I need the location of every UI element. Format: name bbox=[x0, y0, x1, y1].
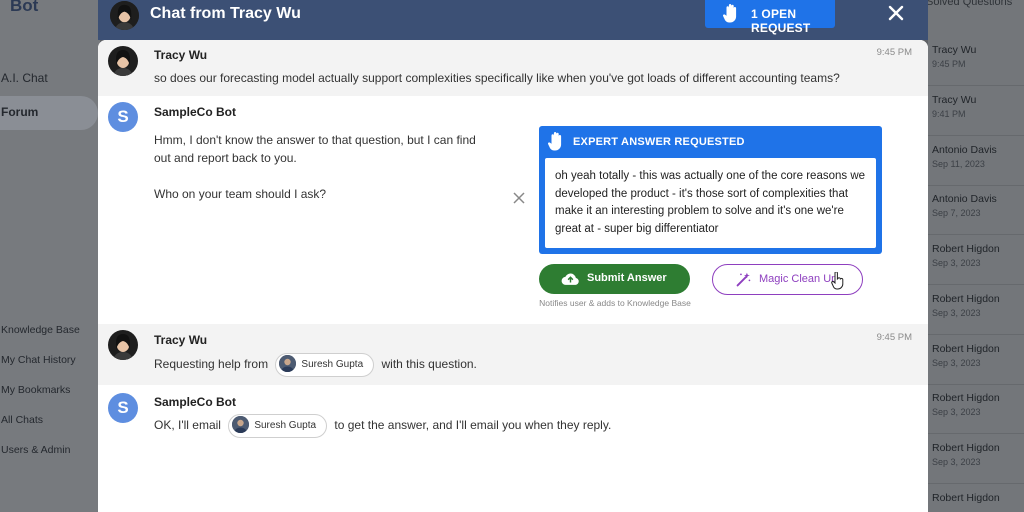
avatar bbox=[279, 354, 297, 372]
chat-modal-body: Tracy Wu 9:45 PM so does our forecasting… bbox=[98, 40, 928, 512]
chat-message: Tracy Wu 9:45 PM Requesting help from Su… bbox=[98, 324, 928, 385]
avatar bbox=[108, 330, 138, 360]
expert-answer-input[interactable]: oh yeah totally - this was actually one … bbox=[545, 158, 876, 248]
submit-answer-button[interactable]: Submit Answer bbox=[539, 264, 690, 294]
question-list-item[interactable]: Robert Higdon bbox=[928, 486, 1024, 512]
nav-my-chat-history[interactable]: My Chat History bbox=[1, 354, 76, 366]
message-text: Who on your team should I ask? bbox=[154, 187, 327, 201]
bot-avatar: S bbox=[108, 393, 138, 423]
question-list-item[interactable]: Robert Higdon Sep 3, 2023 bbox=[928, 436, 1024, 484]
close-icon[interactable] bbox=[886, 3, 906, 23]
question-list-item[interactable]: Tracy Wu 9:45 PM bbox=[928, 38, 1024, 86]
question-list-heading: Solved Questions bbox=[926, 0, 1013, 8]
app-logo: Bot bbox=[10, 0, 39, 15]
message-text: OK, I'll email Suresh Gupta to get the a… bbox=[154, 414, 611, 438]
question-list-item[interactable]: Robert Higdon Sep 3, 2023 bbox=[928, 337, 1024, 385]
question-list-item[interactable]: Tracy Wu 9:41 PM bbox=[928, 88, 1024, 136]
magic-clean-up-label: Magic Clean Up bbox=[759, 273, 838, 285]
message-sender: Tracy Wu bbox=[154, 333, 208, 347]
message-text: Hmm, I don't know the answer to that que… bbox=[154, 133, 476, 165]
avatar bbox=[110, 1, 139, 30]
question-list-item[interactable]: Antonio Davis Sep 7, 2023 bbox=[928, 187, 1024, 235]
chat-modal-header: Chat from Tracy Wu 1 OPEN REQUEST bbox=[98, 0, 928, 40]
user-chip[interactable]: Suresh Gupta bbox=[228, 414, 328, 438]
modal-title: Chat from Tracy Wu bbox=[150, 5, 301, 22]
raised-hand-icon bbox=[722, 4, 737, 23]
expert-answer-panel: EXPERT ANSWER REQUESTED oh yeah totally … bbox=[539, 126, 882, 254]
question-list-item[interactable]: Robert Higdon Sep 3, 2023 bbox=[928, 386, 1024, 434]
nav-users-admin[interactable]: Users & Admin bbox=[1, 444, 70, 456]
question-list-item[interactable]: Antonio Davis Sep 11, 2023 bbox=[928, 138, 1024, 186]
message-time: 9:45 PM bbox=[876, 47, 912, 58]
avatar bbox=[108, 46, 138, 76]
message-text: Requesting help from Suresh Gupta with t… bbox=[154, 353, 477, 377]
user-chip[interactable]: Suresh Gupta bbox=[275, 353, 375, 377]
nav-forum[interactable]: Forum bbox=[0, 96, 98, 130]
chat-message: Tracy Wu 9:45 PM so does our forecasting… bbox=[98, 40, 928, 96]
question-list-item[interactable]: Robert Higdon Sep 3, 2023 bbox=[928, 237, 1024, 285]
cloud-upload-icon bbox=[561, 273, 579, 285]
nav-all-chats[interactable]: All Chats bbox=[1, 414, 43, 426]
bot-avatar: S bbox=[108, 102, 138, 132]
message-sender: SampleCo Bot bbox=[154, 105, 237, 119]
submit-answer-note: Notifies user & adds to Knowledge Base bbox=[539, 298, 691, 308]
nav-my-bookmarks[interactable]: My Bookmarks bbox=[1, 384, 70, 396]
message-sender: SampleCo Bot bbox=[154, 395, 237, 409]
open-request-label: 1 OPEN REQUEST bbox=[751, 7, 811, 35]
magic-wand-icon bbox=[736, 272, 751, 287]
nav-knowledge-base[interactable]: Knowledge Base bbox=[1, 324, 80, 336]
submit-answer-label: Submit Answer bbox=[587, 272, 667, 284]
message-text: so does our forecasting model actually s… bbox=[154, 71, 840, 85]
avatar bbox=[232, 415, 250, 433]
dismiss-icon[interactable] bbox=[513, 192, 525, 204]
nav-ai-chat[interactable]: A.I. Chat bbox=[1, 71, 48, 85]
raised-hand-icon bbox=[547, 132, 562, 151]
question-list-item[interactable]: Robert Higdon Sep 3, 2023 bbox=[928, 287, 1024, 335]
open-request-button[interactable]: 1 OPEN REQUEST bbox=[705, 0, 835, 35]
chat-message: S SampleCo Bot OK, I'll email Suresh Gup… bbox=[98, 385, 928, 512]
message-sender: Tracy Wu bbox=[154, 48, 208, 62]
expert-panel-heading: EXPERT ANSWER REQUESTED bbox=[573, 136, 745, 148]
hand-cursor-icon bbox=[831, 272, 844, 290]
message-time: 9:45 PM bbox=[876, 332, 912, 343]
